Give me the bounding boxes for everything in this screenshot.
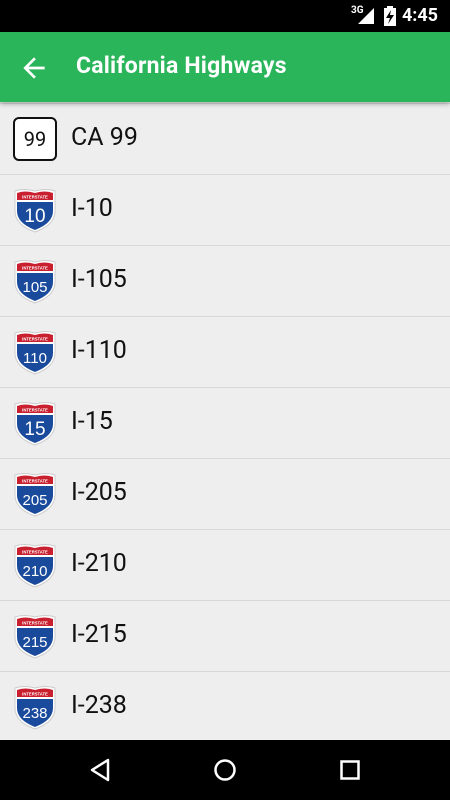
interstate-shield-icon: INTERSTATE 205 [14, 473, 56, 517]
interstate-shield-icon: INTERSTATE 215 [14, 615, 56, 659]
shield-number: 215 [22, 634, 47, 651]
shield-banner: INTERSTATE [22, 550, 48, 555]
clock: 4:45 [401, 5, 438, 26]
highway-label: I-10 [71, 194, 113, 223]
list-item[interactable]: INTERSTATE 105 I-105 [0, 246, 450, 317]
interstate-shield-icon: INTERSTATE 210 [14, 544, 56, 588]
navigation-bar [0, 740, 450, 800]
signal-icon [358, 8, 374, 24]
highway-label: CA 99 [71, 123, 138, 152]
shield-banner: INTERSTATE [22, 266, 48, 271]
list-item[interactable]: INTERSTATE 215 I-215 [0, 601, 450, 672]
triangle-back-icon [90, 758, 110, 782]
interstate-shield-icon: INTERSTATE 238 [14, 686, 56, 730]
interstate-shield-icon: INTERSTATE 15 [14, 402, 56, 446]
shield-banner: INTERSTATE [22, 195, 48, 200]
interstate-shield-icon: INTERSTATE 105 [14, 260, 56, 304]
status-bar: 3G 4:45 [0, 0, 450, 32]
shield-number: 205 [22, 492, 47, 509]
nav-home-button[interactable] [195, 740, 255, 800]
app-bar: California Highways [0, 32, 450, 102]
list-item[interactable]: INTERSTATE 205 I-205 [0, 459, 450, 530]
shield-number: 210 [22, 563, 47, 580]
shield-number: 99 [23, 127, 47, 151]
battery-charging-icon [384, 6, 396, 26]
shield-number: 110 [23, 350, 47, 367]
shield-banner: INTERSTATE [22, 479, 48, 484]
shield-number: 10 [24, 206, 45, 227]
circle-home-icon [214, 759, 236, 781]
square-recents-icon [340, 760, 360, 780]
list-item[interactable]: INTERSTATE 210 I-210 [0, 530, 450, 601]
shield-number: 238 [22, 705, 47, 722]
highway-label: I-210 [71, 549, 127, 578]
shield-number: 15 [24, 419, 45, 440]
list-item[interactable]: INTERSTATE 238 I-238 [0, 672, 450, 740]
highway-list[interactable]: 60CA 6099CA 99INTERSTATE10I-10INTERSTATE… [0, 68, 450, 740]
highway-label: I-15 [71, 407, 113, 436]
highway-label: I-105 [71, 265, 127, 294]
shield-banner: INTERSTATE [22, 692, 48, 697]
shield-banner: INTERSTATE [22, 337, 48, 342]
ca-route-shield-icon: 99 [13, 117, 57, 161]
highway-label: I-238 [71, 691, 127, 720]
highway-label: I-110 [71, 336, 127, 365]
shield-banner: INTERSTATE [22, 621, 48, 626]
shield-number: 105 [22, 279, 47, 296]
highway-label: I-215 [71, 620, 127, 649]
highway-label: I-205 [71, 478, 127, 507]
shield-banner: INTERSTATE [22, 408, 48, 413]
nav-back-button[interactable] [70, 740, 130, 800]
arrow-left-icon[interactable] [18, 52, 50, 84]
list-item[interactable]: INTERSTATE 15 I-15 [0, 388, 450, 459]
list-item[interactable]: 99 CA 99 [0, 104, 450, 175]
list-item[interactable]: INTERSTATE 10 I-10 [0, 175, 450, 246]
nav-recents-button[interactable] [320, 740, 380, 800]
interstate-shield-icon: INTERSTATE 110 [14, 331, 56, 375]
interstate-shield-icon: INTERSTATE 10 [14, 189, 56, 233]
list-item[interactable]: INTERSTATE 110 I-110 [0, 317, 450, 388]
page-title: California Highways [76, 52, 287, 79]
